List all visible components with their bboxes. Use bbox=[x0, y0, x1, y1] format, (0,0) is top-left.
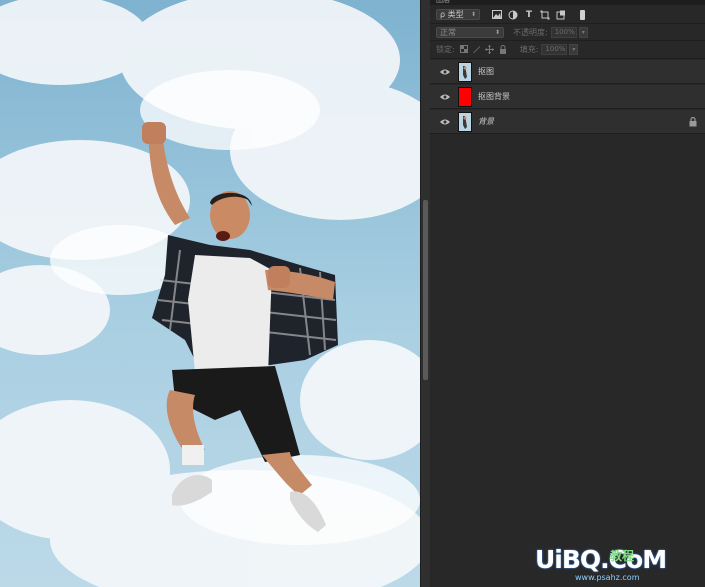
type-filter-icon[interactable]: T bbox=[524, 10, 534, 20]
layer-name: 背景 bbox=[478, 117, 494, 126]
panel-tab-bar: 图层 bbox=[430, 0, 705, 5]
layer-thumbnail-person bbox=[458, 61, 472, 82]
scroll-thumb[interactable] bbox=[423, 200, 428, 380]
lock-position-icon[interactable] bbox=[485, 44, 495, 54]
fill-slider-button[interactable]: ▾ bbox=[569, 43, 579, 55]
layer-name: 抠图 bbox=[478, 67, 494, 76]
layers-empty-area[interactable] bbox=[430, 135, 705, 587]
image-filter-icon[interactable] bbox=[492, 10, 502, 20]
layer-row[interactable]: 抠图背景 bbox=[430, 85, 705, 109]
document-canvas[interactable] bbox=[0, 0, 420, 587]
layer-row[interactable]: 抠图 bbox=[430, 60, 705, 84]
filter-kind-select[interactable]: ρ 类型 ⬍ bbox=[436, 9, 480, 20]
lock-pixels-icon[interactable] bbox=[472, 44, 482, 54]
fill-input[interactable]: 100% bbox=[541, 43, 568, 55]
opacity-input[interactable]: 100% bbox=[550, 26, 577, 38]
fill-label: 填充: bbox=[519, 44, 539, 54]
blend-mode-select[interactable]: 正常 ⬍ bbox=[436, 26, 504, 38]
opacity-slider-button[interactable]: ▾ bbox=[578, 26, 588, 38]
watermark-badge: 教程 bbox=[610, 549, 635, 563]
filter-toggle-icon[interactable] bbox=[580, 9, 585, 20]
opacity-label: 不透明度: bbox=[513, 27, 548, 37]
layers-panel: 图层 ρ 类型 ⬍ T 正常 ⬍ 不透明度: 100% ▾ 锁定: 填充: 10… bbox=[430, 0, 705, 587]
chevron-icon: ⬍ bbox=[470, 11, 476, 18]
chevron-icon: ⬍ bbox=[494, 28, 500, 36]
divider bbox=[430, 58, 705, 59]
lock-label: 锁定: bbox=[436, 44, 455, 54]
visibility-eye-icon[interactable] bbox=[436, 94, 454, 100]
lock-transparent-icon[interactable] bbox=[459, 44, 469, 54]
canvas-photo bbox=[0, 0, 420, 587]
watermark-url: www.psahz.com bbox=[575, 573, 640, 582]
layer-lock-icon[interactable] bbox=[689, 116, 697, 129]
lock-all-icon[interactable] bbox=[498, 44, 508, 54]
layer-row[interactable]: 背景 bbox=[430, 110, 705, 134]
watermark-main-text: UiBQ.CoM bbox=[535, 545, 667, 574]
adjustment-filter-icon[interactable] bbox=[508, 10, 518, 20]
smart-object-filter-icon[interactable] bbox=[556, 10, 566, 20]
layer-thumbnail-person bbox=[458, 111, 472, 132]
layer-thumbnail-red-fill bbox=[458, 86, 472, 107]
panel-tab-layers[interactable]: 图层 bbox=[436, 0, 450, 4]
blend-row: 正常 ⬍ 不透明度: 100% ▾ bbox=[430, 24, 705, 40]
visibility-eye-icon[interactable] bbox=[436, 69, 454, 75]
lock-row: 锁定: 填充: 100% ▾ bbox=[430, 41, 705, 57]
layer-filter-row: ρ 类型 ⬍ T bbox=[430, 6, 705, 23]
shape-filter-icon[interactable] bbox=[540, 10, 550, 20]
watermark-logo: UiBQ.CoM 教程 www.psahz.com bbox=[535, 545, 705, 587]
layer-name: 抠图背景 bbox=[478, 92, 510, 101]
visibility-eye-icon[interactable] bbox=[436, 119, 454, 125]
